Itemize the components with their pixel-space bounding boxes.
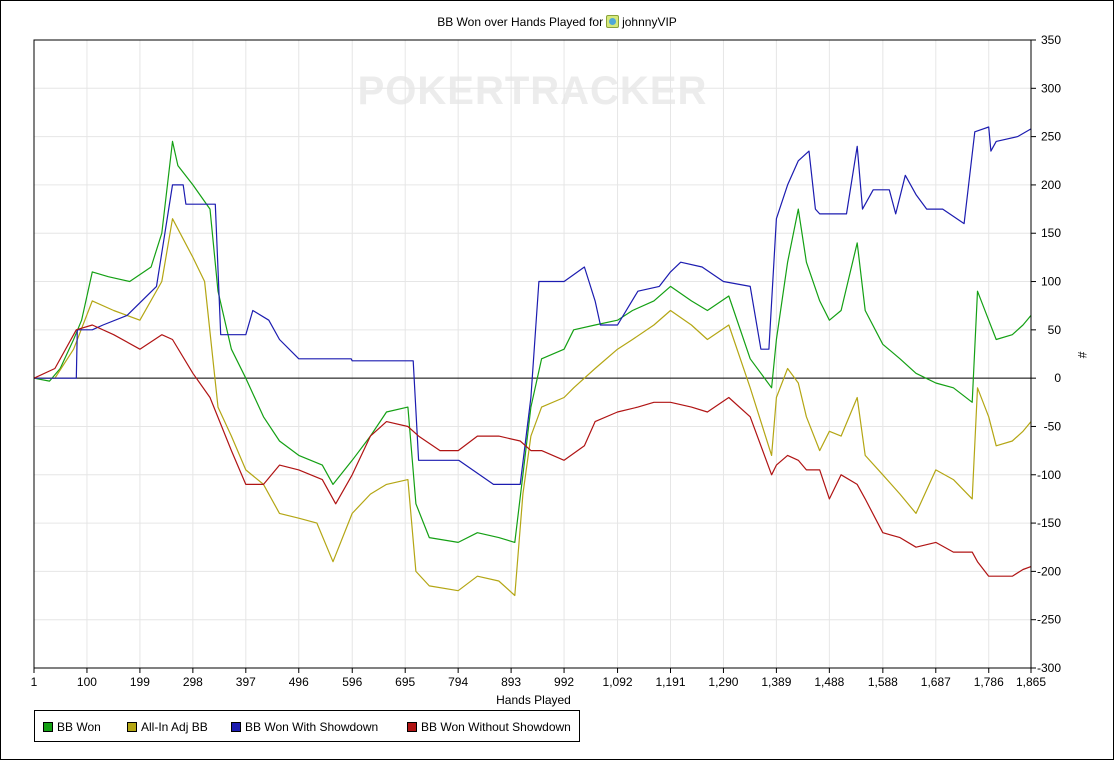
y-tick-label: 0: [1054, 371, 1061, 385]
y-tick-label: -300: [1037, 661, 1061, 675]
x-tick-label: 893: [501, 675, 521, 689]
x-tick-label: 992: [554, 675, 574, 689]
y-tick-label: -150: [1037, 516, 1061, 530]
legend-swatch: [127, 722, 137, 732]
x-tick-label: 1,488: [814, 675, 844, 689]
watermark: POKERTRACKER: [358, 69, 708, 113]
x-tick-label: 1,588: [868, 675, 898, 689]
x-tick-label: 298: [183, 675, 203, 689]
x-tick-label: 397: [236, 675, 256, 689]
plot-area: [34, 40, 1031, 668]
y-tick-label: 50: [1048, 323, 1062, 337]
x-tick-label: 1,092: [603, 675, 633, 689]
y-tick-label: 250: [1041, 130, 1061, 144]
x-tick-label: 596: [342, 675, 362, 689]
x-tick-label: 695: [395, 675, 415, 689]
x-tick-label: 199: [130, 675, 150, 689]
x-tick-label: 1,865: [1016, 675, 1046, 689]
y-tick-label: -50: [1044, 419, 1062, 433]
legend-swatch: [407, 722, 417, 732]
legend-label: BB Won With Showdown: [245, 720, 379, 734]
x-tick-label: 794: [448, 675, 468, 689]
x-tick-label: 1,687: [921, 675, 951, 689]
y-tick-label: 300: [1041, 81, 1061, 95]
x-tick-label: 1,290: [708, 675, 738, 689]
legend: BB Won All-In Adj BB BB Won With Showdown B…: [34, 710, 580, 742]
y-tick-label: 350: [1041, 33, 1061, 47]
legend-label: BB Won Without Showdown: [421, 720, 571, 734]
x-tick-label: 100: [77, 675, 97, 689]
y-tick-label: -200: [1037, 564, 1061, 578]
x-tick-label: 496: [289, 675, 309, 689]
x-tick-label: 1,191: [655, 675, 685, 689]
y-tick-label: 150: [1041, 226, 1061, 240]
x-tick-label: 1,786: [974, 675, 1004, 689]
x-axis-label: Hands Played: [496, 693, 571, 707]
legend-item-bb-won: BB Won: [43, 720, 101, 734]
legend-swatch: [231, 722, 241, 732]
x-tick-label: 1: [31, 675, 38, 689]
legend-item-bb-won-with-showdown: BB Won With Showdown: [231, 720, 378, 734]
y-tick-label: 100: [1041, 275, 1061, 289]
y-axis-label: #: [1075, 352, 1089, 359]
line-chart: POKERTRACKER 350 300 250 200 150 100 50 0 -50 -100…: [31, 33, 1089, 707]
y-tick-label: -250: [1037, 613, 1061, 627]
legend-label: All-In Adj BB: [141, 720, 208, 734]
legend-item-all-in-adj-bb: All-In Adj BB: [127, 720, 208, 734]
x-tick-label: 1,389: [761, 675, 791, 689]
y-tick-label: -100: [1037, 468, 1061, 482]
legend-label: BB Won: [57, 720, 101, 734]
legend-item-bb-won-without-showdown: BB Won Without Showdown: [407, 720, 571, 734]
y-tick-label: 200: [1041, 178, 1061, 192]
legend-swatch: [43, 722, 53, 732]
